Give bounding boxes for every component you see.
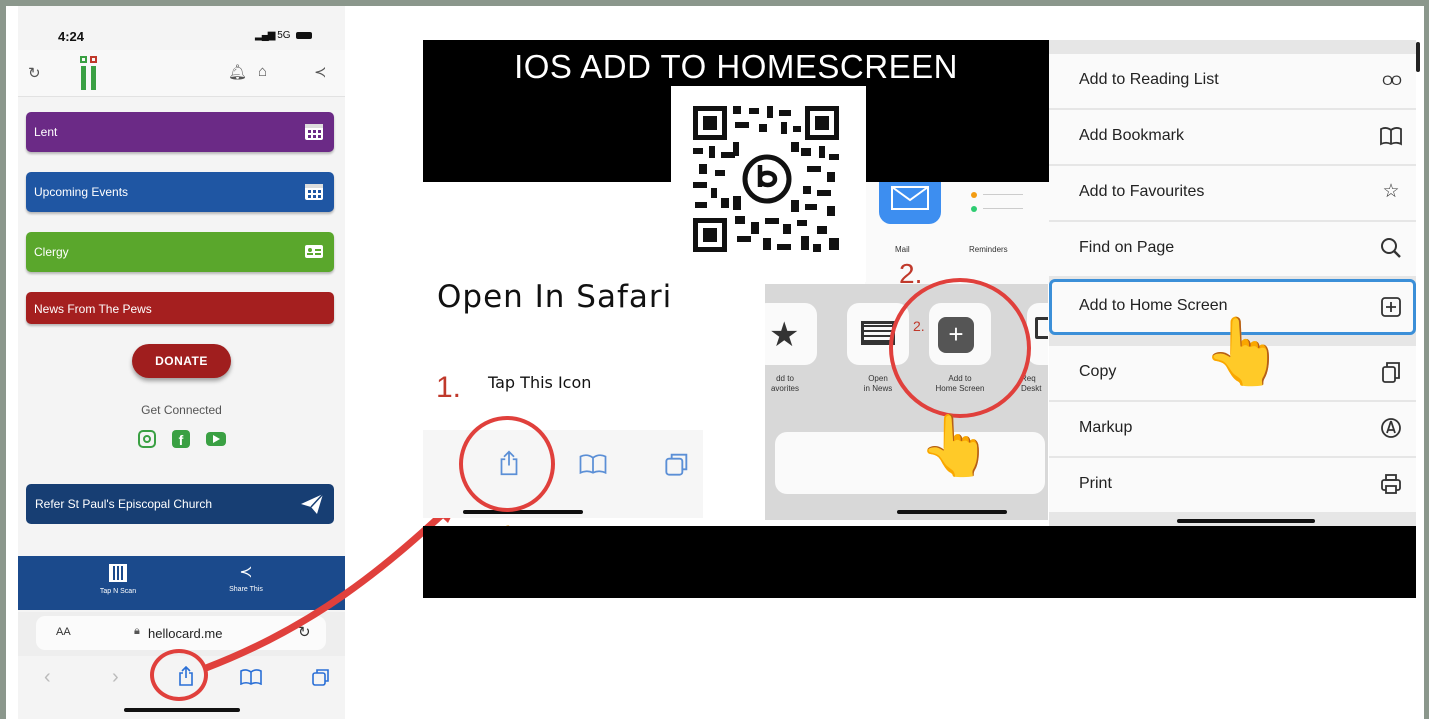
home-indicator bbox=[897, 510, 1007, 514]
menu-item-markup[interactable]: Markup bbox=[1049, 402, 1416, 456]
markup-icon bbox=[1381, 418, 1401, 438]
menu-item-label: Print bbox=[1079, 475, 1112, 492]
menu-item-find-on-page[interactable]: Find on Page bbox=[1049, 222, 1416, 276]
search-icon bbox=[1381, 238, 1401, 258]
step-1-text: Tap This Icon bbox=[488, 373, 592, 392]
add-to-favorites-label: dd to avorites bbox=[770, 374, 799, 393]
tabs-icon bbox=[665, 453, 688, 476]
share-options-menu: Add to Reading List OO Add Bookmark Add … bbox=[1049, 40, 1420, 526]
star-icon: ★ bbox=[769, 316, 800, 354]
menu-item-add-to-favourites[interactable]: Add to Favourites ☆ bbox=[1049, 166, 1416, 220]
copy-icon bbox=[1382, 362, 1400, 383]
bookmarks-icon bbox=[579, 454, 607, 474]
plus-square-icon bbox=[1381, 297, 1401, 317]
menu-item-label: Add to Home Screen bbox=[1079, 297, 1228, 314]
mail-label: Mail bbox=[895, 245, 910, 254]
request-desktop-label: Req Deskt bbox=[1021, 374, 1042, 393]
scrollbar-thumb bbox=[1416, 42, 1420, 72]
mail-icon bbox=[879, 182, 941, 224]
pointing-hand-icon: 👆 bbox=[1202, 314, 1285, 388]
menu-item-label: Copy bbox=[1079, 363, 1117, 380]
menu-item-add-bookmark[interactable]: Add Bookmark bbox=[1049, 110, 1416, 164]
book-icon bbox=[1380, 127, 1402, 146]
menu-item-print[interactable]: Print bbox=[1049, 458, 1416, 512]
menu-item-label: Add Bookmark bbox=[1079, 127, 1184, 144]
qr-code bbox=[671, 86, 866, 282]
tutorial-title: IOS ADD TO HOMESCREEN bbox=[514, 48, 958, 85]
screenshot-canvas: 4:24 ▂▄▆ 5G ↻ 🔔︎ ⌂ ≺ Lent Upcoming Event… bbox=[6, 6, 1424, 719]
menu-item-add-to-reading-list[interactable]: Add to Reading List OO bbox=[1049, 54, 1416, 108]
add-to-favorites-tile: ★ bbox=[765, 303, 817, 365]
menu-item-label: Add to Favourites bbox=[1079, 183, 1205, 200]
annotation-circle-add-home bbox=[889, 278, 1031, 418]
reading-glasses-icon: OO bbox=[1382, 72, 1402, 88]
annotation-circle-share bbox=[459, 416, 555, 512]
menu-item-label: Add to Reading List bbox=[1079, 71, 1219, 88]
home-indicator bbox=[463, 510, 583, 514]
menu-item-label: Find on Page bbox=[1079, 239, 1175, 256]
step-2-number: 2. bbox=[899, 258, 923, 284]
share-sheet-apps: Mail Reminders 2. bbox=[865, 182, 1049, 284]
print-icon bbox=[1381, 474, 1401, 494]
bottom-black-bar bbox=[423, 526, 1416, 598]
share-sheet-empty-row bbox=[775, 432, 1045, 494]
step-1-number: 1. bbox=[436, 371, 462, 404]
qr-code-graphic bbox=[693, 106, 839, 252]
home-indicator bbox=[1177, 519, 1315, 523]
reminders-label: Reminders bbox=[969, 245, 1008, 254]
menu-item-label: Markup bbox=[1079, 419, 1133, 436]
desktop-icon bbox=[1035, 317, 1048, 339]
star-icon: ☆ bbox=[1382, 181, 1400, 202]
pointing-hand-icon: 👆 bbox=[918, 412, 993, 479]
reminders-icon bbox=[965, 188, 1027, 228]
open-in-safari-heading: Open In Safari bbox=[437, 279, 673, 315]
